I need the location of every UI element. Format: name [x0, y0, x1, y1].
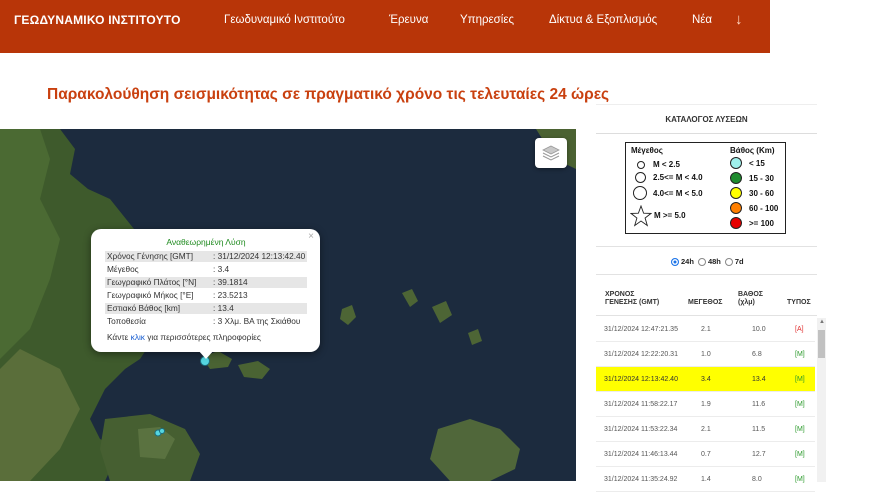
cell-depth: 8.0: [752, 476, 762, 483]
radio-48h[interactable]: [697, 257, 706, 266]
col-header-time[interactable]: ΧΡΟΝΟΣ ΓΕΝΕΣΗΣ (GMT): [605, 291, 659, 307]
popup-row: Γεωγραφικό Μήκος [°E]: 23.5213: [107, 290, 248, 300]
radio-24h[interactable]: [671, 257, 679, 266]
radio-label: 7d: [734, 257, 744, 266]
panel-title: ΚΑΤΑΛΟΓΟΣ ΛΥΣΕΩΝ: [596, 104, 817, 134]
arrow-down-icon[interactable]: ↓: [735, 11, 743, 28]
popup-row: Μέγεθος: 3.4: [107, 264, 230, 274]
cell-depth: 11.5: [752, 426, 766, 433]
cell-type: [M]: [795, 401, 805, 408]
legend-depth-label: >= 100: [749, 219, 774, 228]
cell-magnitude: 1.0: [701, 351, 711, 358]
layers-icon[interactable]: [535, 138, 567, 168]
cell-type: [M]: [795, 351, 805, 358]
cell-time: 31/12/2024 11:46:13.44: [604, 451, 678, 458]
radio-7d[interactable]: [724, 257, 733, 266]
magnitude-circle-small: [637, 161, 645, 169]
legend-box: Μέγεθος M < 2.5 2.5<= M < 4.0 4.0<= M < …: [625, 142, 786, 234]
table-row[interactable]: 31/12/2024 11:35:24.92 1.4 8.0 [M]: [596, 467, 815, 492]
table-scrollbar[interactable]: ▲: [817, 318, 826, 482]
legend-magnitude-title: Μέγεθος: [631, 146, 663, 155]
radio-label: 24h: [681, 257, 694, 266]
cell-depth: 11.6: [752, 401, 766, 408]
popup-heading: Αναθεωρημένη Λύση: [166, 237, 246, 247]
popup-row: Γεωγραφικό Πλάτος [°N]: 39.1814: [105, 277, 307, 288]
cell-time: 31/12/2024 11:35:24.92: [604, 476, 678, 483]
star-icon: [630, 205, 652, 227]
cell-time: 31/12/2024 12:22:20.31: [604, 351, 678, 358]
radio-label: 48h: [707, 257, 721, 266]
legend-mag-label: M >= 5.0: [654, 211, 686, 220]
nav-item-research[interactable]: Έρευνα: [389, 14, 428, 26]
legend-depth-label: 60 - 100: [749, 204, 779, 213]
nav-item-networks[interactable]: Δίκτυα & Εξοπλισμός: [549, 14, 657, 26]
cell-magnitude: 0.7: [701, 451, 711, 458]
popup-tip: [198, 350, 214, 359]
cell-magnitude: 2.1: [701, 426, 711, 433]
col-header-type[interactable]: ΤΥΠΟΣ: [787, 299, 811, 307]
event-popup: × Αναθεωρημένη Λύση Χρόνος Γένησης [GMT]…: [91, 229, 320, 352]
time-range-selector: 24h 48h 7d: [669, 257, 744, 266]
depth-swatch: [730, 172, 742, 184]
solutions-panel: ΚΑΤΑΛΟΓΟΣ ΛΥΣΕΩΝ Μέγεθος M < 2.5 2.5<= M…: [596, 104, 826, 492]
col-header-depth[interactable]: ΒΑΘΟΣ (χλμ): [738, 291, 763, 307]
cell-type: [M]: [795, 451, 805, 458]
magnitude-circle-medium: [635, 172, 646, 183]
legend-mag-label: M < 2.5: [653, 160, 680, 169]
table-row[interactable]: 31/12/2024 11:53:22.34 2.1 11.5 [M]: [596, 417, 815, 442]
depth-swatch: [730, 157, 742, 169]
legend-depth-title: Βάθος (Km): [730, 146, 775, 155]
cell-time: 31/12/2024 11:53:22.34: [604, 426, 678, 433]
epicenter-marker[interactable]: [159, 428, 165, 434]
table-row[interactable]: 31/12/2024 12:47:21.35 2.1 10.0 [A]: [596, 317, 815, 342]
cell-type: [M]: [795, 476, 805, 483]
depth-swatch: [730, 202, 742, 214]
popup-row: Τοποθεσία: 3 Χλμ. ΒΑ της Σκιάθου: [107, 316, 301, 326]
page-title: Παρακολούθηση σεισμικότητας σε πραγματικ…: [47, 86, 610, 103]
nav-item-institute[interactable]: Γεωδυναμικό Ινστιτούτο: [224, 14, 345, 26]
more-info-link[interactable]: κλικ: [131, 332, 145, 342]
brand-logo[interactable]: ΓΕΩΔΥΝΑΜΙΚΟ ΙΝΣΤΙΤΟΥΤΟ: [14, 13, 181, 27]
legend-mag-label: 4.0<= M < 5.0: [653, 189, 703, 198]
close-icon[interactable]: ×: [308, 231, 314, 242]
nav-item-news[interactable]: Νέα: [692, 14, 712, 26]
table-row[interactable]: 31/12/2024 12:22:20.31 1.0 6.8 [M]: [596, 342, 815, 367]
popup-row: Χρόνος Γένησης [GMT]: 31/12/2024 12:13:4…: [105, 251, 307, 262]
cell-type: [M]: [795, 426, 805, 433]
cell-magnitude: 3.4: [701, 376, 711, 383]
magnitude-circle-large: [633, 186, 647, 200]
legend-mag-label: 2.5<= M < 4.0: [653, 173, 703, 182]
cell-type: [M]: [795, 376, 805, 383]
cell-magnitude: 1.4: [701, 476, 711, 483]
scroll-up-icon[interactable]: ▲: [819, 319, 825, 325]
cell-time: 31/12/2024 11:58:22.17: [604, 401, 678, 408]
depth-swatch: [730, 187, 742, 199]
scroll-thumb[interactable]: [818, 330, 825, 358]
cell-time: 31/12/2024 12:47:21.35: [604, 326, 678, 333]
divider: [596, 274, 817, 275]
nav-item-services[interactable]: Υπηρεσίες: [460, 14, 514, 26]
table-row[interactable]: 31/12/2024 12:13:42.40 3.4 13.4 [M]: [596, 367, 815, 392]
legend-depth-label: 15 - 30: [749, 174, 774, 183]
cell-depth: 10.0: [752, 326, 766, 333]
popup-footer: Κάντε κλικ για περισσότερες πληροφορίες: [107, 332, 261, 342]
table-row[interactable]: 31/12/2024 11:58:22.17 1.9 11.6 [M]: [596, 392, 815, 417]
cell-time: 31/12/2024 12:13:42.40: [604, 376, 678, 383]
top-navbar: ΓΕΩΔΥΝΑΜΙΚΟ ΙΝΣΤΙΤΟΥΤΟ Γεωδυναμικό Ινστι…: [0, 0, 770, 53]
legend-depth-label: 30 - 60: [749, 189, 774, 198]
col-header-magnitude[interactable]: ΜΕΓΕΘΟΣ: [688, 299, 722, 307]
legend-depth-label: < 15: [749, 159, 765, 168]
cell-magnitude: 1.9: [701, 401, 711, 408]
cell-depth: 13.4: [752, 376, 766, 383]
cell-type: [A]: [795, 326, 804, 333]
cell-depth: 6.8: [752, 351, 762, 358]
cell-depth: 12.7: [752, 451, 766, 458]
cell-magnitude: 2.1: [701, 326, 711, 333]
table-row[interactable]: 31/12/2024 11:46:13.44 0.7 12.7 [M]: [596, 442, 815, 467]
divider: [596, 315, 817, 316]
divider: [596, 246, 817, 247]
popup-row: Εστιακό Βάθος [km]: 13.4: [105, 303, 307, 314]
depth-swatch: [730, 217, 742, 229]
